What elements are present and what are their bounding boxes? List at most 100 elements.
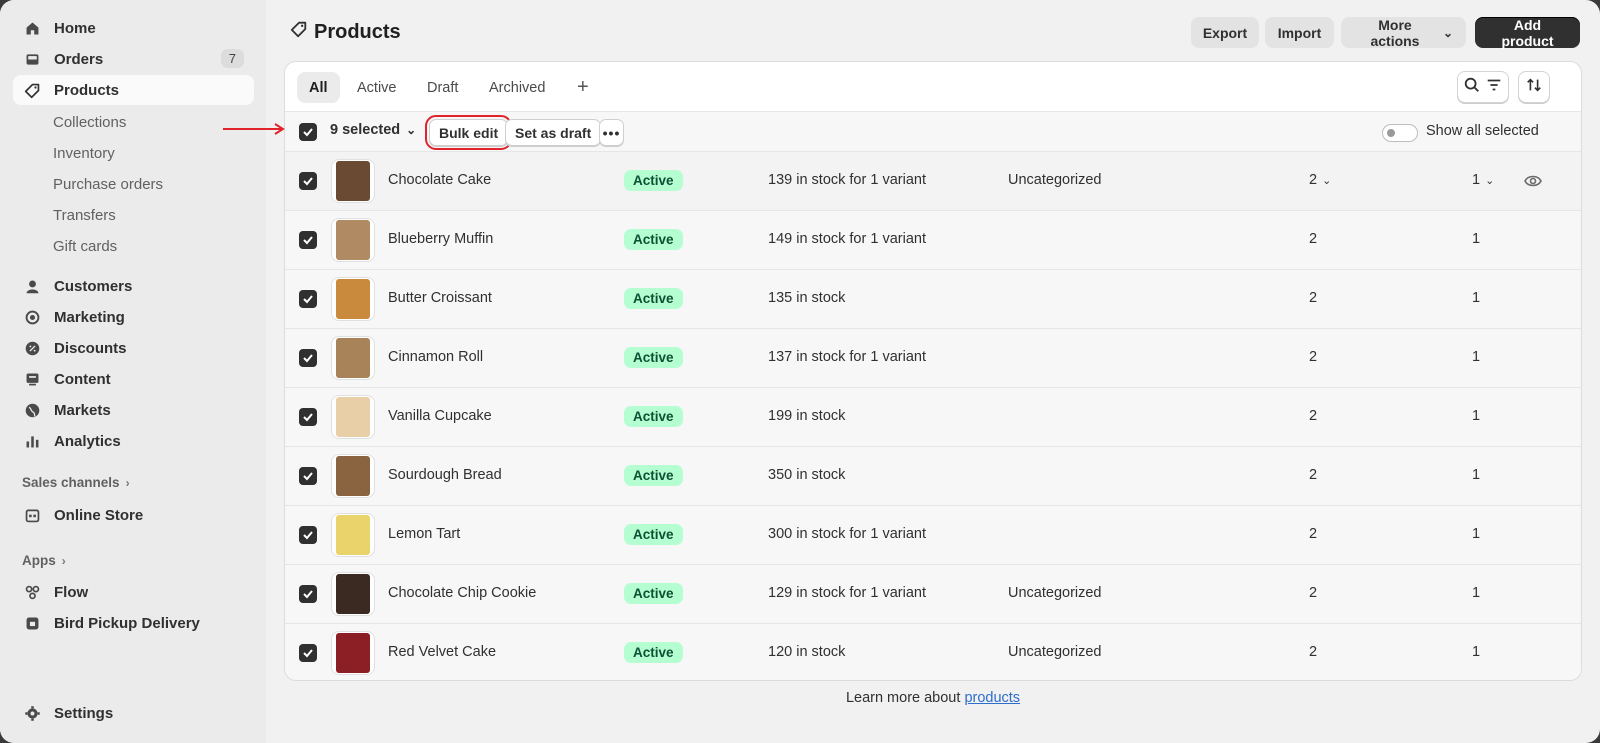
product-name[interactable]: Blueberry Muffin	[388, 231, 493, 247]
more-actions-label: More actions	[1370, 16, 1420, 49]
product-thumbnail	[331, 395, 375, 439]
bulk-edit-button[interactable]: Bulk edit	[424, 115, 513, 150]
sidebar-item-bird-pickup[interactable]: Bird Pickup Delivery	[13, 608, 254, 638]
product-name[interactable]: Sourdough Bread	[388, 467, 502, 483]
status-badge: Active	[624, 347, 683, 368]
sidebar-item-label: Content	[54, 370, 111, 388]
add-view-icon[interactable]: +	[571, 72, 595, 103]
person-icon	[23, 277, 41, 295]
flow-icon	[23, 583, 41, 601]
target-icon	[23, 308, 41, 326]
sidebar-sub-gift-cards[interactable]: Gift cards	[53, 232, 117, 260]
orders-count-badge: 7	[220, 49, 244, 68]
product-thumbnail	[331, 454, 375, 498]
markets-value: 1	[1472, 172, 1481, 188]
sidebar-item-analytics[interactable]: Analytics	[13, 426, 254, 456]
sidebar-sub-purchase-orders[interactable]: Purchase orders	[53, 170, 163, 198]
markets-count: 1	[1472, 408, 1480, 424]
table-row[interactable]: Red Velvet Cake Active 120 in stock Uncateg…	[285, 624, 1581, 680]
chevron-right-icon: ›	[61, 553, 66, 568]
show-all-selected-label: Show all selected	[1426, 123, 1539, 139]
table-row[interactable]: Cinnamon Roll Active 137 in stock for 1 va…	[285, 329, 1581, 388]
sidebar-sub-collections[interactable]: Collections	[53, 108, 126, 136]
product-name[interactable]: Chocolate Cake	[388, 172, 491, 188]
table-row[interactable]: Vanilla Cupcake Active 199 in stock 2 1	[285, 388, 1581, 447]
export-button[interactable]: Export	[1191, 17, 1259, 48]
set-as-draft-button[interactable]: Set as draft	[505, 119, 602, 146]
markets-count[interactable]: 1 ⌄	[1472, 172, 1494, 188]
tab-all[interactable]: All	[297, 72, 340, 103]
product-name[interactable]: Vanilla Cupcake	[388, 408, 492, 424]
sidebar-item-customers[interactable]: Customers	[13, 271, 254, 301]
sidebar: Home Orders 7 Products Collections Inven…	[0, 0, 266, 743]
product-name[interactable]: Butter Croissant	[388, 290, 492, 306]
import-button[interactable]: Import	[1265, 17, 1334, 48]
bulk-actions-bar: 9 selected ⌄ Bulk edit Set as draft ••• …	[285, 112, 1581, 152]
status-badge: Active	[624, 465, 683, 486]
sales-channels-count: 2	[1309, 408, 1317, 424]
row-checkbox[interactable]	[299, 408, 317, 426]
sidebar-item-discounts[interactable]: Discounts	[13, 333, 254, 363]
select-all-checkbox[interactable]	[299, 123, 317, 141]
sidebar-item-markets[interactable]: Markets	[13, 395, 254, 425]
markets-value: 1	[1472, 231, 1481, 247]
tab-draft[interactable]: Draft	[415, 72, 470, 103]
filter-icon	[1485, 76, 1503, 99]
tab-active[interactable]: Active	[345, 72, 409, 103]
chevron-down-icon: ⌄	[1485, 174, 1495, 187]
product-name[interactable]: Lemon Tart	[388, 526, 460, 542]
sales-channels-count[interactable]: 2 ⌄	[1309, 172, 1331, 188]
sidebar-item-home[interactable]: Home	[13, 13, 254, 43]
markets-count: 1	[1472, 585, 1480, 601]
page-title: Products	[290, 20, 401, 44]
sort-button[interactable]	[1518, 71, 1550, 103]
row-checkbox[interactable]	[299, 172, 317, 190]
sidebar-item-products[interactable]: Products	[13, 75, 254, 105]
status-badge: Active	[624, 288, 683, 309]
product-name[interactable]: Chocolate Chip Cookie	[388, 585, 536, 601]
table-row[interactable]: Butter Croissant Active 135 in stock 2 1	[285, 270, 1581, 329]
sidebar-sub-inventory[interactable]: Inventory	[53, 139, 115, 167]
row-checkbox[interactable]	[299, 467, 317, 485]
tab-archived[interactable]: Archived	[477, 72, 557, 103]
chevron-right-icon: ›	[125, 475, 130, 490]
table-row[interactable]: Blueberry Muffin Active 149 in stock for 1…	[285, 211, 1581, 270]
product-name[interactable]: Red Velvet Cake	[388, 644, 496, 660]
product-name[interactable]: Cinnamon Roll	[388, 349, 483, 365]
sidebar-item-orders[interactable]: Orders 7	[13, 44, 254, 74]
selected-count-dropdown[interactable]: 9 selected ⌄	[330, 122, 416, 138]
sidebar-item-marketing[interactable]: Marketing	[13, 302, 254, 332]
more-actions-button[interactable]: More actions ⌄	[1341, 16, 1466, 49]
eye-icon[interactable]	[1523, 171, 1543, 191]
sidebar-sub-transfers[interactable]: Transfers	[53, 201, 116, 229]
sales-channels-section[interactable]: Sales channels ›	[22, 475, 130, 490]
sidebar-item-content[interactable]: Content	[13, 364, 254, 394]
more-options-button[interactable]: •••	[599, 119, 624, 146]
sidebar-item-flow[interactable]: Flow	[13, 577, 254, 607]
sidebar-item-online-store[interactable]: Online Store	[13, 500, 254, 530]
row-checkbox[interactable]	[299, 644, 317, 662]
sales-channels-count: 2	[1309, 231, 1317, 247]
table-row[interactable]: Lemon Tart Active 300 in stock for 1 varia…	[285, 506, 1581, 565]
row-checkbox[interactable]	[299, 585, 317, 603]
category-text: Uncategorized	[1008, 644, 1102, 660]
products-help-link[interactable]: products	[964, 690, 1020, 706]
row-checkbox[interactable]	[299, 349, 317, 367]
table-row[interactable]: Chocolate Chip Cookie Active 129 in stock …	[285, 565, 1581, 624]
add-product-button[interactable]: Add product	[1475, 17, 1580, 49]
markets-value: 1	[1472, 349, 1481, 365]
row-checkbox[interactable]	[299, 526, 317, 544]
row-checkbox[interactable]	[299, 231, 317, 249]
tag-icon	[23, 81, 41, 99]
sales-channels-value: 2	[1309, 349, 1318, 365]
apps-section[interactable]: Apps ›	[22, 553, 66, 568]
row-checkbox[interactable]	[299, 290, 317, 308]
show-all-selected-toggle[interactable]	[1382, 124, 1418, 142]
search-filter-button[interactable]	[1457, 71, 1509, 103]
inventory-text: 120 in stock	[768, 644, 846, 660]
table-row[interactable]: Chocolate Cake Active 139 in stock for 1 v…	[285, 152, 1581, 211]
markets-value: 1	[1472, 290, 1481, 306]
sidebar-item-label: Orders	[54, 50, 104, 68]
sidebar-item-settings[interactable]: Settings	[13, 698, 254, 728]
table-row[interactable]: Sourdough Bread Active 350 in stock 2 1	[285, 447, 1581, 506]
